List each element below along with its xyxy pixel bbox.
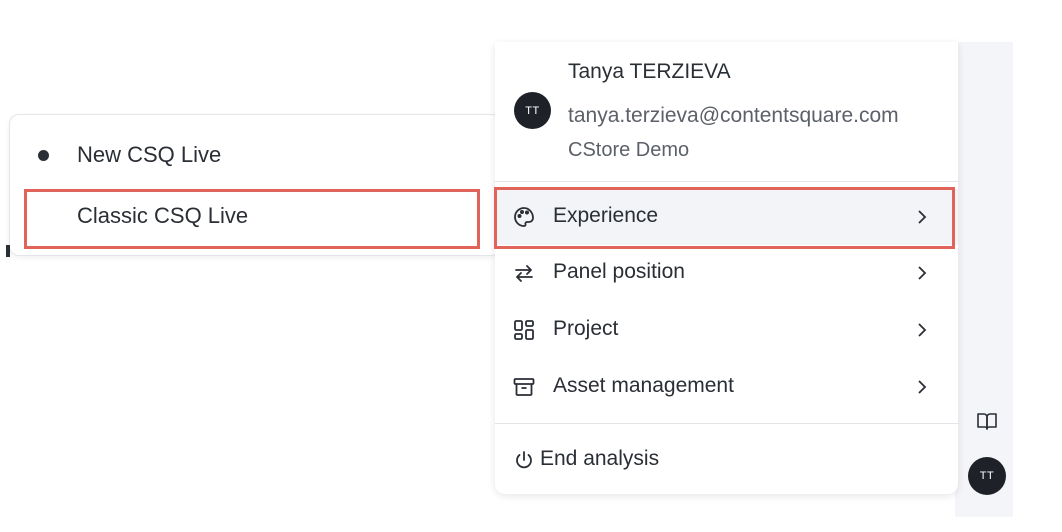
chevron-right-icon [915,321,929,339]
submenu-item-label: Classic CSQ Live [77,203,249,228]
user-avatar: TT [514,92,551,129]
swap-arrows-icon [512,261,536,285]
power-icon [512,448,536,472]
sidebar-avatar[interactable]: TT [968,457,1006,495]
user-name: Tanya TERZIEVA [568,60,731,83]
user-org: CStore Demo [568,139,690,161]
submenu-item-new-csq-live[interactable]: New CSQ Live [10,134,500,176]
palette-icon [512,205,536,229]
menu-item-label: End analysis [540,447,660,470]
archive-box-icon [512,375,536,399]
menu-item-label: Asset management [553,374,734,397]
divider [495,181,958,182]
chevron-right-icon [915,264,929,282]
end-analysis-button[interactable]: End analysis [495,432,958,488]
account-menu: Tanya TERZIEVA TT tanya.terzieva@content… [495,42,958,494]
submenu-item-label: New CSQ Live [77,142,222,167]
user-email: tanya.terzieva@contentsquare.com [568,104,899,127]
submenu-item-classic-csq-live[interactable]: Classic CSQ Live [10,195,500,237]
book-icon[interactable] [976,410,998,432]
right-sidebar [955,42,1013,517]
menu-item-asset-management[interactable]: Asset management [495,359,958,415]
menu-item-panel-position[interactable]: Panel position [495,245,958,301]
experience-submenu: New CSQ Live Classic CSQ Live [9,114,501,256]
submenu-edge-marker [6,245,10,257]
chevron-right-icon [915,208,929,226]
chevron-right-icon [915,378,929,396]
menu-item-experience[interactable]: Experience [495,189,958,245]
menu-item-label: Experience [553,204,659,227]
selected-bullet-icon [38,149,49,161]
menu-item-label: Panel position [553,260,685,283]
divider [495,423,958,424]
grid-icon [512,318,536,342]
menu-item-project[interactable]: Project [495,302,958,358]
menu-item-label: Project [553,317,619,340]
